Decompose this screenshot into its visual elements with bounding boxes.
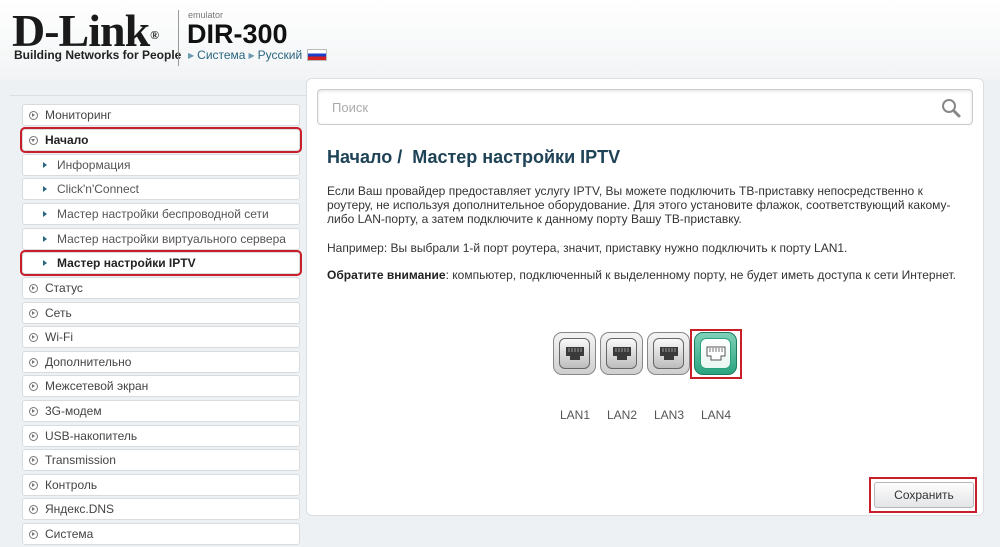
search-input[interactable] <box>318 90 928 124</box>
header-divider <box>178 10 179 66</box>
lan4-highlight-frame <box>690 329 742 379</box>
circle-arrow-icon <box>29 110 38 120</box>
lan3-label: LAN3 <box>653 408 685 422</box>
header: D-Link® Building Networks for People emu… <box>0 0 1000 80</box>
lan2-label: LAN2 <box>606 408 638 422</box>
sidebar-item-network[interactable]: Сеть <box>22 302 300 324</box>
note-text: : компьютер, подключенный к выделенному … <box>445 268 957 282</box>
sidebar-item-status[interactable]: Статус <box>22 277 300 299</box>
ethernet-port-icon <box>559 338 590 369</box>
sidebar: Мониторинг Начало Информация Click'n'Con… <box>0 80 312 547</box>
page-title: Начало / Мастер настройки IPTV <box>327 147 620 168</box>
circle-arrow-icon <box>29 308 38 318</box>
circle-arrow-icon <box>29 504 38 514</box>
sidebar-item-wifi[interactable]: Wi-Fi <box>22 326 300 348</box>
content-panel: Начало / Мастер настройки IPTV Если Ваш … <box>306 78 984 516</box>
circle-arrow-icon <box>29 332 38 342</box>
example-paragraph: Например: Вы выбрали 1-й порт роутера, з… <box>327 241 848 255</box>
sidebar-item-start[interactable]: Начало <box>20 127 302 153</box>
ethernet-port-icon <box>653 338 684 369</box>
circle-arrow-icon <box>29 431 38 441</box>
sidebar-item-usb-storage[interactable]: USB-накопитель <box>22 425 300 447</box>
crumb-arrow-icon: ▶ <box>188 50 195 60</box>
logo-tagline: Building Networks for People <box>14 48 182 62</box>
ethernet-port-icon <box>606 338 637 369</box>
circle-arrow-icon <box>29 357 38 367</box>
sidebar-item-advanced[interactable]: Дополнительно <box>22 351 300 373</box>
sidebar-item-transmission[interactable]: Transmission <box>22 449 300 471</box>
sidebar-item-firewall[interactable]: Межсетевой экран <box>22 375 300 397</box>
note-label: Обратите внимание <box>327 268 446 282</box>
sidebar-item-3g-modem[interactable]: 3G-модем <box>22 400 300 422</box>
sidebar-subitem-click-n-connect[interactable]: Click'n'Connect <box>22 178 300 200</box>
circle-arrow-icon <box>29 283 38 293</box>
lan3-port-toggle[interactable] <box>647 332 690 375</box>
lan1-port-toggle[interactable] <box>553 332 596 375</box>
search-icon[interactable] <box>940 97 962 119</box>
note-paragraph: Обратите внимание: компьютер, подключенн… <box>327 268 972 282</box>
header-breadcrumb: ▶ Система ▶ Русский <box>188 48 328 62</box>
circle-arrow-icon <box>29 381 38 391</box>
circle-arrow-icon <box>29 480 38 490</box>
search-box <box>317 89 973 125</box>
sidebar-subitem-info[interactable]: Информация <box>22 154 300 176</box>
sidebar-subitem-wireless-wizard[interactable]: Мастер настройки беспроводной сети <box>22 203 300 225</box>
description-paragraph: Если Ваш провайдер предоставляет услугу … <box>327 184 951 226</box>
chevron-right-icon <box>43 186 47 192</box>
circle-arrow-icon <box>29 455 38 465</box>
sidebar-subitem-virtual-server-wizard[interactable]: Мастер настройки виртуального сервера <box>22 228 300 250</box>
chevron-right-icon <box>43 162 47 168</box>
lan4-label: LAN4 <box>700 408 732 422</box>
model-name: DIR-300 <box>187 19 288 49</box>
sidebar-item-control[interactable]: Контроль <box>22 474 300 496</box>
sidebar-subitem-iptv-wizard[interactable]: Мастер настройки IPTV <box>20 250 302 276</box>
save-highlight-frame <box>869 477 977 513</box>
sidebar-divider <box>10 95 310 96</box>
sidebar-item-monitoring[interactable]: Мониторинг <box>22 104 300 126</box>
chevron-right-icon <box>43 260 47 266</box>
circle-arrow-down-icon <box>29 135 38 145</box>
chevron-right-icon <box>43 236 47 242</box>
sidebar-item-yandex-dns[interactable]: Яндекс.DNS <box>22 498 300 520</box>
page-title-name: Мастер настройки IPTV <box>412 147 621 167</box>
crumb-language-link[interactable]: Русский <box>258 48 303 62</box>
lan2-port-toggle[interactable] <box>600 332 643 375</box>
chevron-right-icon <box>43 211 47 217</box>
circle-arrow-icon <box>29 529 38 539</box>
page-title-section: Начало / <box>327 147 403 167</box>
circle-arrow-icon <box>29 406 38 416</box>
lan1-label: LAN1 <box>559 408 591 422</box>
russia-flag-icon[interactable] <box>307 49 328 61</box>
crumb-arrow-icon: ▶ <box>248 50 255 60</box>
sidebar-item-system[interactable]: Система <box>22 523 300 545</box>
crumb-system-link[interactable]: Система <box>197 48 245 62</box>
